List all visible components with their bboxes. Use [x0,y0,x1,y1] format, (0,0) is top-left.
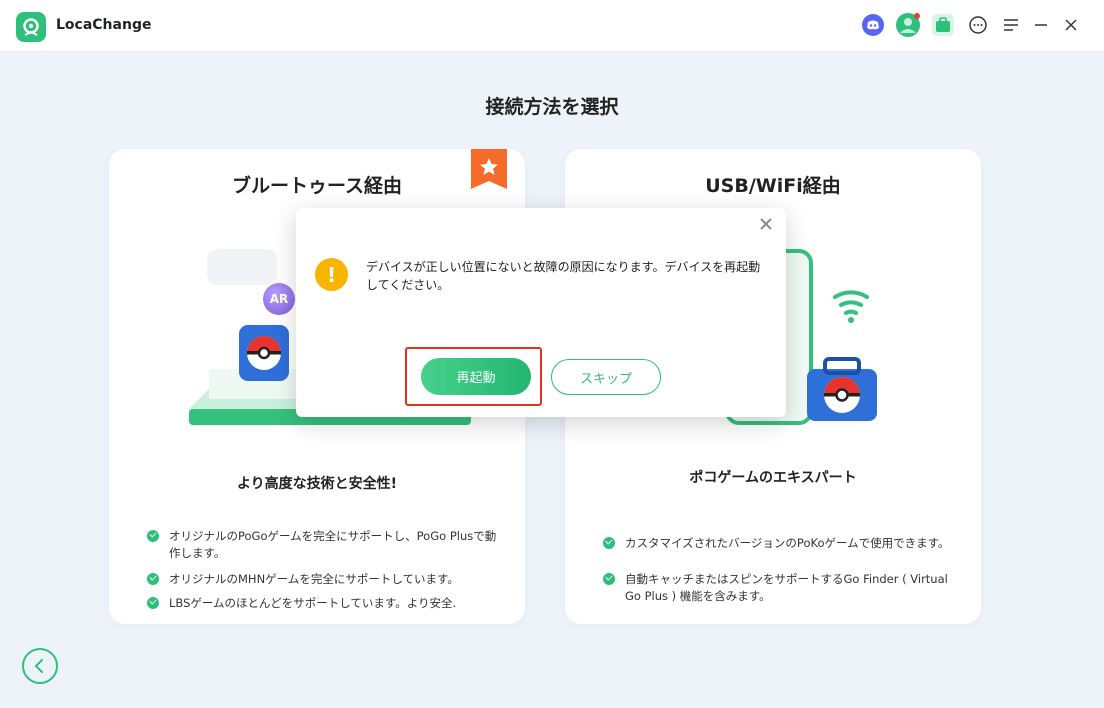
restart-dialog: ! デバイスが正しい位置にないと故障の原因になります。デバイスを再起動してくださ… [296,208,786,417]
check-icon [603,537,615,549]
toolbox-icon[interactable] [930,12,956,38]
feature-text: カスタマイズされたバージョンのPoKoゲームで使用できます。 [625,536,950,550]
app-name: LocaChange [56,17,152,33]
app-logo-icon [16,12,46,42]
feature-text: オリジナルのPoGoゲームを完全にサポートし、PoGo Plusで動作します。 [169,529,497,560]
card-title: ブルートゥース経由 [231,175,403,197]
check-icon [147,573,159,585]
dialog-message: デバイスが正しい位置にないと故障の原因になります。デバイスを再起動してください。 [366,260,761,292]
check-icon [603,573,615,585]
user-avatar-icon[interactable] [895,12,921,38]
feature-text: オリジナルのMHNゲームを完全にサポートしています。 [169,572,459,586]
ar-label: AR [269,292,289,306]
feature-item: 自動キャッチまたはスピンをサポートするGo Finder ( Virtual G… [603,571,955,605]
page-title: 接続方法を選択 [485,96,619,118]
close-icon [760,218,772,230]
check-icon [147,530,159,542]
discord-icon[interactable] [860,12,886,38]
ar-badge-icon: AR [263,283,295,315]
card-title: USB/WiFi経由 [705,175,841,197]
skip-button[interactable]: スキップ [551,359,661,395]
restart-button[interactable]: 再起動 [421,358,531,395]
card-subtitle: より高度な技術と安全性! [236,476,398,492]
feature-item: LBSゲームのほとんどをサポートしています。より安全. [147,595,499,612]
title-bar: LocaChange [0,0,1104,52]
minimize-icon[interactable] [1028,12,1054,38]
feature-item: オリジナルのMHNゲームを完全にサポートしています。 [147,571,499,588]
feature-text: LBSゲームのほとんどをサポートしています。より安全. [169,596,457,610]
card-subtitle: ポコゲームのエキスパート [689,470,857,486]
star-badge-icon [471,149,507,193]
back-button[interactable] [22,648,58,684]
close-icon[interactable] [1058,12,1084,38]
chevron-left-icon [34,659,43,673]
check-icon [147,597,159,609]
warning-icon: ! [315,258,348,291]
dialog-close-button[interactable] [756,214,776,234]
feature-text: 自動キャッチまたはスピンをサポートするGo Finder ( Virtual G… [625,572,948,603]
feature-item: カスタマイズされたバージョンのPoKoゲームで使用できます。 [603,535,955,552]
menu-icon[interactable] [998,12,1024,38]
feedback-icon[interactable] [965,12,991,38]
feature-item: オリジナルのPoGoゲームを完全にサポートし、PoGo Plusで動作します。 [147,528,499,562]
